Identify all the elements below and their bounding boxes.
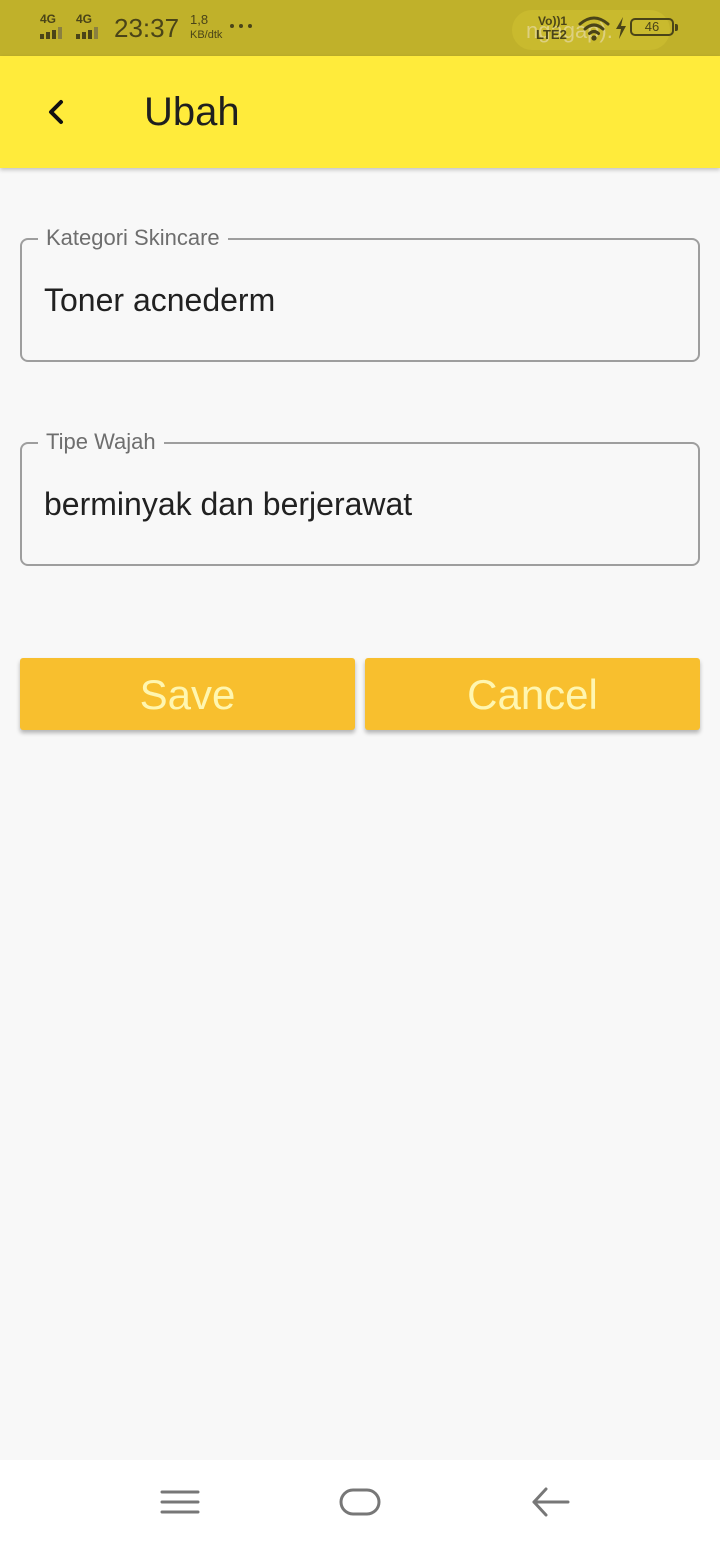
signal-icon: 4G [40, 13, 70, 41]
chevron-left-icon [49, 100, 63, 124]
menu-icon[interactable] [158, 1480, 202, 1524]
back-button[interactable] [28, 84, 84, 140]
status-bar: 4G 4G 23:37 1,8 KB/dtk ngagap). Vo))1 LT… [0, 0, 720, 56]
system-nav-bar [0, 1460, 720, 1544]
signal-type-label: 4G [76, 12, 93, 26]
wifi-icon [578, 14, 610, 42]
cancel-button[interactable]: Cancel [365, 658, 700, 730]
app-bar: Ubah [0, 56, 720, 168]
status-time: 23:37 [114, 13, 180, 43]
face-type-value[interactable]: berminyak dan berjerawat [44, 484, 412, 524]
home-icon[interactable] [338, 1480, 382, 1524]
skincare-category-value[interactable]: Toner acnederm [44, 280, 275, 320]
back-arrow-icon[interactable] [528, 1480, 572, 1524]
face-type-label: Tipe Wajah [38, 429, 164, 455]
volte-icon: Vo))1 LTE2 [536, 14, 576, 44]
skincare-category-label: Kategori Skincare [38, 225, 228, 251]
charging-icon [614, 16, 628, 40]
volte-label: Vo))1 [538, 14, 568, 28]
page-title: Ubah [144, 90, 240, 134]
battery-icon: 46 [630, 16, 678, 40]
more-icon [228, 24, 258, 32]
skincare-category-field[interactable]: Kategori Skincare Toner acnederm [20, 225, 700, 362]
signal-type-label: 4G [40, 12, 57, 26]
face-type-field[interactable]: Tipe Wajah berminyak dan berjerawat [20, 429, 700, 566]
signal-icon: 4G [76, 13, 106, 41]
save-button[interactable]: Save [20, 658, 355, 730]
battery-level: 46 [644, 19, 660, 34]
lte-label: LTE2 [536, 27, 567, 42]
